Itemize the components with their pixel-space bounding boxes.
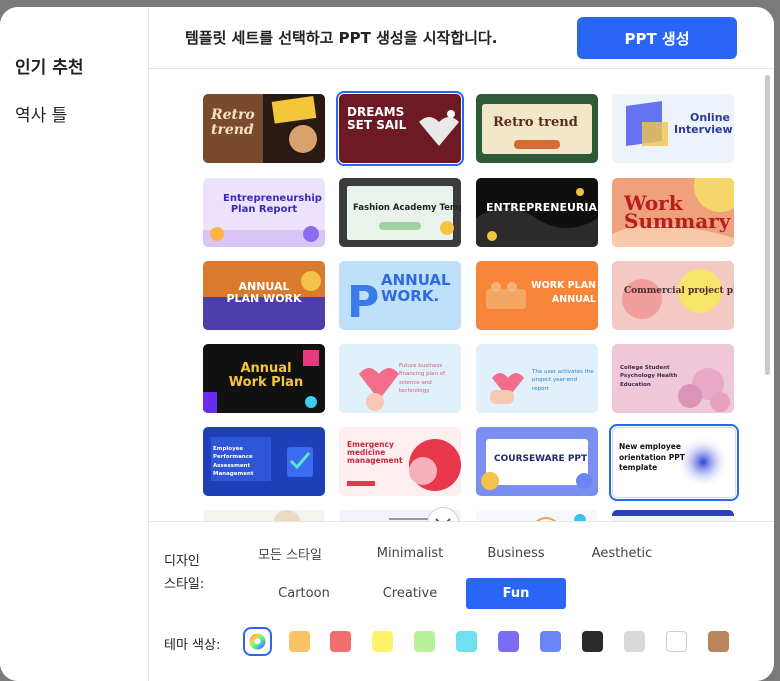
template-title: WORK PLAN ANNUAL	[531, 280, 596, 306]
template-card[interactable]: Entrepreneurship Plan Report	[203, 178, 325, 247]
color-swatch-red[interactable]	[330, 631, 351, 652]
style-option-business[interactable]: Business	[466, 538, 566, 569]
template-title: Retro trend	[493, 115, 578, 130]
sidebar-item-history[interactable]: 역사 틀	[15, 101, 67, 126]
template-title: New employee orientation PPT template	[619, 442, 685, 472]
template-title: Employee Performance Assessment Manageme…	[213, 446, 254, 477]
template-title: ANNUAL WORK.	[381, 271, 451, 305]
style-option-creative[interactable]: Creative	[360, 578, 460, 609]
svg-text:P: P	[347, 277, 379, 328]
template-title: Emergency medicine management	[347, 440, 403, 465]
header: 템플릿 세트를 선택하고 PPT 생성을 시작합니다. PPT 생성	[149, 7, 774, 69]
template-dialog: 인기 추천 역사 틀 템플릿 세트를 선택하고 PPT 생성을 시작합니다. P…	[0, 7, 774, 681]
instruction-text: 템플릿 세트를 선택하고 PPT 생성을 시작합니다.	[185, 29, 498, 47]
color-swatch-purple[interactable]	[498, 631, 519, 652]
color-swatch-cyan[interactable]	[456, 631, 477, 652]
template-card[interactable]: P ANNUAL WORK.	[339, 261, 461, 330]
style-option-fun[interactable]: Fun	[466, 578, 566, 609]
template-title: Fashion Academy Template	[353, 203, 461, 213]
template-card[interactable]: College Student Psychology Health Educat…	[612, 344, 734, 413]
template-card[interactable]: Online Interview	[612, 94, 734, 163]
template-card[interactable]: Retro trend	[476, 94, 598, 163]
template-title: Future business financing plan of scienc…	[399, 363, 446, 394]
template-title: COURSEWARE PPT	[494, 454, 588, 464]
template-title: The user activates the project year-end …	[532, 369, 594, 392]
sidebar-item-popular[interactable]: 인기 추천	[15, 53, 83, 78]
template-card[interactable]: Future business financing plan of scienc…	[339, 344, 461, 413]
color-swatch-brown[interactable]	[708, 631, 729, 652]
template-title: DREAMS SET SAIL	[347, 105, 407, 132]
main-panel: 템플릿 세트를 선택하고 PPT 생성을 시작합니다. PPT 생성 Retro…	[149, 7, 774, 681]
template-card[interactable]: ANNUAL PLAN WORK	[203, 261, 325, 330]
template-card[interactable]: DREAMS SET SAIL	[336, 91, 464, 166]
template-card[interactable]: ENTREPRENEURIAL	[476, 178, 598, 247]
template-card[interactable]	[203, 510, 325, 521]
color-swatch-white[interactable]	[666, 631, 687, 652]
style-option-all[interactable]: 모든 스타일	[240, 538, 340, 569]
template-card[interactable]: WORK PLAN ANNUAL	[476, 261, 598, 330]
template-card[interactable]: Annual Work Plan	[203, 344, 325, 413]
template-card[interactable]	[476, 510, 598, 521]
template-card[interactable]: New employee orientation PPT template	[609, 424, 739, 501]
color-swatch-blue[interactable]	[540, 631, 561, 652]
color-label: 테마 색상:	[164, 638, 221, 653]
template-grid: Retro trend DREAMS SET SAIL Retro trend …	[149, 69, 774, 521]
template-card[interactable]: Work Summary	[612, 178, 734, 247]
color-swatch-gray[interactable]	[624, 631, 645, 652]
filter-panel: 디자인 스타일: 모든 스타일 Minimalist Business Aest…	[149, 521, 774, 681]
template-card[interactable]: COURSEWARE PPT	[476, 427, 598, 496]
template-card[interactable]	[612, 510, 734, 521]
template-card[interactable]: Commercial project plan	[612, 261, 734, 330]
color-swatch-rainbow[interactable]	[243, 627, 272, 656]
template-card[interactable]: Emergency medicine management	[339, 427, 461, 496]
style-option-aesthetic[interactable]: Aesthetic	[572, 538, 672, 569]
style-option-cartoon[interactable]: Cartoon	[254, 578, 354, 609]
template-card[interactable]: Fashion Academy Template	[339, 178, 461, 247]
color-swatch-green[interactable]	[414, 631, 435, 652]
template-title: College Student Psychology Health Educat…	[620, 365, 678, 388]
template-title: Entrepreneurship Plan Report	[223, 193, 322, 215]
color-swatch-orange[interactable]	[289, 631, 310, 652]
template-title: ENTREPRENEURIAL	[486, 201, 598, 214]
style-label: 디자인 스타일:	[164, 554, 205, 592]
template-title: Annual Work Plan	[228, 361, 304, 390]
template-title: ANNUAL PLAN WORK	[226, 280, 302, 305]
template-title: Work Summary	[624, 191, 731, 233]
rainbow-icon	[249, 633, 266, 650]
template-card[interactable]: The user activates the project year-end …	[476, 344, 598, 413]
color-swatch-yellow[interactable]	[372, 631, 393, 652]
sidebar: 인기 추천 역사 틀	[0, 7, 149, 681]
template-title: Retro trend	[211, 107, 255, 138]
color-swatch-black[interactable]	[582, 631, 603, 652]
template-title: Commercial project plan	[624, 286, 734, 296]
template-card[interactable]: Retro trend	[203, 94, 325, 163]
scrollbar[interactable]	[765, 75, 770, 375]
style-option-minimalist[interactable]: Minimalist	[360, 538, 460, 569]
template-title: Online Interview	[674, 111, 733, 136]
generate-ppt-button[interactable]: PPT 생성	[577, 17, 737, 59]
template-card[interactable]: Employee Performance Assessment Manageme…	[203, 427, 325, 496]
